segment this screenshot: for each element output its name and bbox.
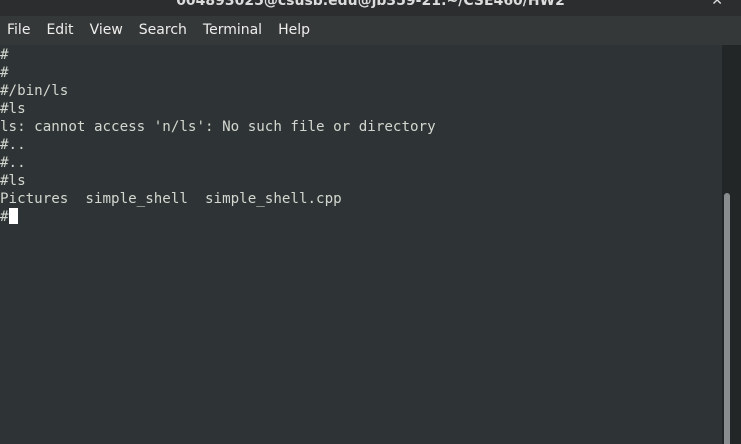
terminal-line: Pictures simple_shell simple_shell.cpp	[0, 191, 342, 207]
terminal-line: #	[0, 65, 9, 81]
terminal-line: #	[0, 47, 9, 63]
menu-file[interactable]: File	[0, 16, 38, 45]
scrollbar-thumb[interactable]	[724, 193, 730, 444]
title-bar[interactable]: 004893025@csusb.edu@jb359-21:~/CSE460/HW…	[0, 0, 741, 16]
shell-prompt: #	[0, 209, 9, 225]
terminal-line: ls: cannot access 'n/ls': No such file o…	[0, 119, 436, 135]
menu-bar: File Edit View Search Terminal Help	[0, 16, 741, 45]
terminal-lines: # # #/bin/ls #ls ls: cannot access 'n/ls…	[0, 46, 436, 226]
terminal-line: #ls	[0, 101, 26, 117]
terminal-output[interactable]: # # #/bin/ls #ls ls: cannot access 'n/ls…	[0, 45, 722, 444]
prompt-line[interactable]: #	[0, 208, 436, 226]
menu-edit[interactable]: Edit	[38, 16, 81, 45]
terminal-line: #ls	[0, 173, 26, 189]
terminal-line: #/bin/ls	[0, 83, 69, 99]
menu-terminal[interactable]: Terminal	[195, 16, 270, 45]
text-cursor	[8, 208, 18, 224]
menu-view[interactable]: View	[82, 16, 131, 45]
terminal-line: #..	[0, 137, 26, 153]
terminal-window: 004893025@csusb.edu@jb359-21:~/CSE460/HW…	[0, 0, 741, 444]
vertical-scrollbar[interactable]	[722, 45, 741, 444]
window-title: 004893025@csusb.edu@jb359-21:~/CSE460/HW…	[176, 0, 565, 9]
terminal-line: #..	[0, 155, 26, 171]
menu-search[interactable]: Search	[131, 16, 195, 45]
menu-help[interactable]: Help	[270, 16, 318, 45]
close-icon[interactable]: ✕	[711, 0, 723, 9]
